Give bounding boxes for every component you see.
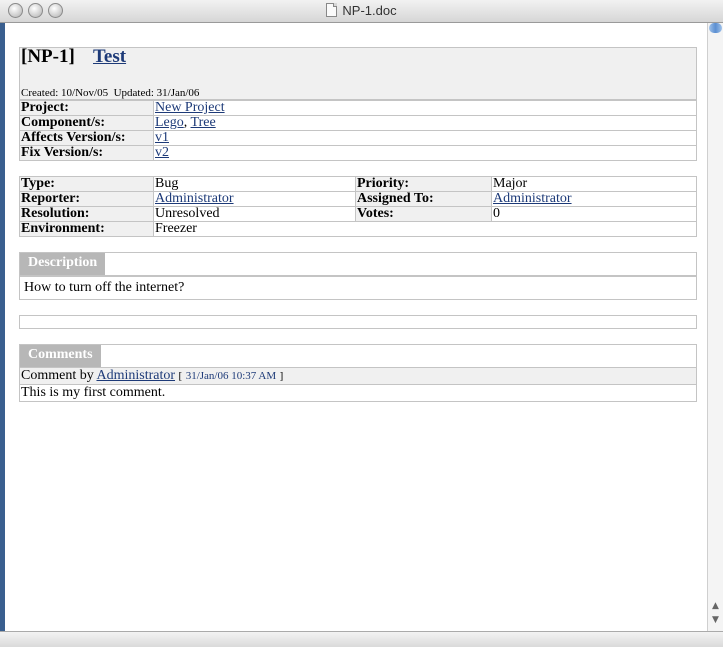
type-label: Type: bbox=[19, 176, 154, 192]
fix-version-label: Fix Version/s: bbox=[19, 145, 154, 161]
project-label: Project: bbox=[19, 100, 154, 116]
description-text: How to turn off the internet? bbox=[24, 280, 185, 295]
empty-section bbox=[19, 315, 697, 329]
comment-author-link[interactable]: Administrator bbox=[96, 368, 175, 383]
scroll-up-icon[interactable]: ▲ bbox=[708, 599, 723, 613]
updated-date: 31/Jan/06 bbox=[156, 87, 200, 99]
votes-value: 0 bbox=[491, 206, 697, 222]
comments-heading: Comments bbox=[20, 345, 101, 367]
table-row: Environment: Freezer bbox=[19, 221, 697, 237]
priority-value: Major bbox=[491, 176, 697, 192]
resolution-value: Unresolved bbox=[153, 206, 356, 222]
table-row: Type: Bug Priority: Major bbox=[19, 176, 697, 192]
comment-text: This is my first comment. bbox=[21, 385, 166, 400]
issue-details-table: Type: Bug Priority: Major Reporter: Admi… bbox=[19, 176, 697, 237]
assignee-link[interactable]: Administrator bbox=[493, 191, 572, 206]
table-row: Project: New Project bbox=[19, 100, 697, 116]
window-title: NP-1.doc bbox=[0, 3, 723, 18]
fix-version-link[interactable]: v2 bbox=[155, 145, 169, 160]
description-section: Description How to turn off the internet… bbox=[19, 252, 697, 300]
resolution-label: Resolution: bbox=[19, 206, 154, 222]
issue-dates: Created: 10/Nov/05 Updated: 31/Jan/06 bbox=[21, 87, 200, 99]
type-value: Bug bbox=[153, 176, 356, 192]
environment-label: Environment: bbox=[19, 221, 154, 237]
issue-header: [NP-1] Test Created: 10/Nov/05 Updated: … bbox=[19, 46, 697, 100]
environment-value: Freezer bbox=[153, 221, 697, 237]
assignee-label: Assigned To: bbox=[355, 191, 492, 207]
description-heading: Description bbox=[20, 253, 106, 275]
component-link-lego[interactable]: Lego bbox=[155, 115, 184, 130]
components-label: Component/s: bbox=[19, 115, 154, 131]
scroll-thumb[interactable] bbox=[709, 23, 722, 33]
issue-key: [NP-1] bbox=[21, 46, 75, 67]
window-titlebar: NP-1.doc bbox=[0, 0, 723, 23]
priority-label: Priority: bbox=[355, 176, 492, 192]
affects-version-label: Affects Version/s: bbox=[19, 130, 154, 146]
left-edge bbox=[0, 23, 5, 631]
component-link-tree[interactable]: Tree bbox=[191, 115, 216, 130]
created-date: 10/Nov/05 bbox=[61, 87, 109, 99]
reporter-label: Reporter: bbox=[19, 191, 154, 207]
reporter-link[interactable]: Administrator bbox=[155, 191, 234, 206]
project-link[interactable]: New Project bbox=[155, 100, 225, 115]
document-icon bbox=[326, 3, 338, 17]
comment-header: Comment by Administrator [ 31/Jan/06 10:… bbox=[20, 367, 696, 385]
comment-date: 31/Jan/06 10:37 AM bbox=[185, 370, 277, 382]
status-bar bbox=[0, 631, 723, 647]
scroll-down-icon[interactable]: ▼ bbox=[708, 613, 723, 627]
issue-meta-table: Project: New Project Component/s: Lego, … bbox=[19, 100, 697, 161]
vertical-scrollbar[interactable]: ▲ ▼ bbox=[707, 23, 723, 631]
issue-summary-link[interactable]: Test bbox=[93, 46, 126, 68]
table-row: Resolution: Unresolved Votes: 0 bbox=[19, 206, 697, 222]
table-row: Reporter: Administrator Assigned To: Adm… bbox=[19, 191, 697, 207]
table-row: Fix Version/s: v2 bbox=[19, 145, 697, 161]
affects-version-link[interactable]: v1 bbox=[155, 130, 169, 145]
table-row: Affects Version/s: v1 bbox=[19, 130, 697, 146]
table-row: Component/s: Lego, Tree bbox=[19, 115, 697, 131]
votes-label: Votes: bbox=[355, 206, 492, 222]
comments-section: Comments Comment by Administrator [ 31/J… bbox=[19, 344, 697, 402]
issue-document: [NP-1] Test Created: 10/Nov/05 Updated: … bbox=[19, 46, 697, 402]
